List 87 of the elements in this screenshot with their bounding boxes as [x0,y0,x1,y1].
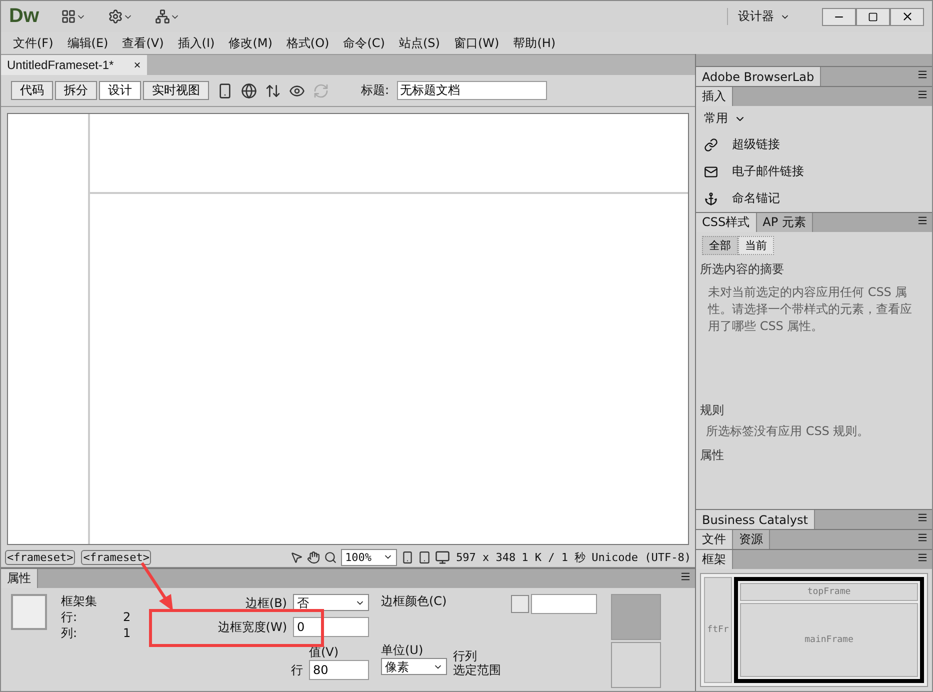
zoom-select[interactable]: 100% [341,548,398,566]
document-tab-title: UntitledFrameset-1* [7,58,114,72]
view-button[interactable]: 实时视图 [143,81,209,100]
panel-tab[interactable]: 插入 [696,87,733,106]
globe-icon[interactable] [241,82,257,98]
zoom-icon[interactable] [324,550,338,564]
menu-item[interactable]: 命令(C) [336,34,392,52]
menu-item[interactable]: 窗口(W) [446,34,506,52]
mode-button[interactable]: 当前 [738,236,774,255]
panel-tab[interactable]: AP 元素 [756,213,813,232]
cols-value: 1 [123,626,131,640]
devices-icon[interactable] [217,82,233,98]
properties-title: 属性 [699,447,725,464]
link-icon [704,138,718,152]
view-button[interactable]: 拆分 [55,81,97,100]
menu-item[interactable]: 查看(V) [115,34,171,52]
tag-selector[interactable]: <frameset> [5,550,76,564]
cols-label: 列: [61,626,78,640]
properties-tab[interactable]: 属性 [1,569,38,588]
title-field[interactable]: 无标题文档 [397,81,548,100]
rules-title: 规则 [699,402,725,419]
unit-label: 单位(U) [381,643,424,657]
tablet-icon[interactable] [418,550,432,564]
layout-icon[interactable] [61,9,86,24]
summary-text: 未对当前选定的内容应用任何 CSS 属性。请选择一个带样式的元素，查看应用了哪些 CSS 属性。 [706,284,913,335]
row-label: 行 [291,662,303,676]
settings-icon[interactable] [108,9,133,24]
app-logo: Dw [9,5,39,28]
range-label: 行列 [453,649,478,663]
frameset-icon [11,594,47,630]
rules-text: 所选标签没有应用 CSS 规则。 [705,423,870,440]
anchor-icon [704,192,718,206]
border-width-label: 边框宽度(W) [218,620,287,634]
color-swatch[interactable] [511,595,529,613]
range-label: 选定范围 [453,663,501,677]
site-icon[interactable] [155,9,180,24]
mode-button[interactable]: 全部 [702,236,738,255]
document-tab[interactable]: UntitledFrameset-1* × [1,55,147,75]
rows-value: 2 [123,610,131,624]
unit-select[interactable]: 像素 [381,658,447,675]
panel-tab[interactable]: CSS样式 [696,213,757,232]
workspace-switcher[interactable]: 设计器 [727,8,800,25]
category-select[interactable]: 常用 [704,110,728,127]
download-size: 1 K / 1 秒 [522,550,586,564]
border-width-field[interactable]: 0 [293,617,369,637]
monitor-icon[interactable] [435,550,450,564]
value-label: 值(V) [309,645,340,659]
summary-title: 所选内容的摘要 [699,261,785,278]
menu-item[interactable]: 编辑(E) [60,34,116,52]
menu-item[interactable]: 格式(O) [279,34,336,52]
eye-icon[interactable] [289,82,305,98]
insert-item[interactable]: 超级链接 [696,131,932,158]
close-tab-icon[interactable]: × [134,58,141,72]
window-size: 597 x 348 [456,550,516,564]
panel-tab[interactable]: Adobe BrowserLab [696,67,822,86]
menu-item[interactable]: 站点(S) [392,34,447,52]
phone-icon[interactable] [401,550,414,564]
title-label: 标题: [361,82,390,99]
menu-item[interactable]: 插入(I) [170,34,222,52]
maximize-icon [868,12,878,22]
rows-label: 行: [61,610,78,624]
menu-item[interactable]: 文件(F) [6,34,60,52]
border-color-field[interactable] [531,594,597,614]
row-value-field[interactable]: 80 [309,660,369,680]
insert-item[interactable]: 电子邮件链接 [696,158,932,185]
panel-tab[interactable]: Business Catalyst [696,510,815,529]
border-color-label: 边框颜色(C) [381,594,447,608]
view-button[interactable]: 代码 [11,81,53,100]
encoding: Unicode (UTF-8) [592,550,691,564]
pointer-icon[interactable] [290,550,304,564]
border-select[interactable]: 否 [293,594,369,611]
tag-selector[interactable]: <frameset> [81,550,152,564]
border-label: 边框(B) [245,596,287,610]
view-button[interactable]: 设计 [99,81,141,100]
menu-item[interactable]: 帮助(H) [506,34,563,52]
panel-tab[interactable]: 文件 [696,530,733,549]
close-button[interactable] [890,8,924,26]
panel-tab[interactable]: 资源 [733,530,770,549]
envelope-icon [704,164,718,178]
transfer-icon[interactable] [265,82,281,98]
panel-tab[interactable]: 框架 [696,550,733,569]
maximize-button[interactable] [856,8,890,26]
hand-icon[interactable] [307,550,320,564]
close-icon [900,10,914,23]
selection-type: 框架集 [61,594,98,608]
menu-item[interactable]: 修改(M) [222,34,280,52]
insert-item[interactable]: 命名锚记 [696,185,932,212]
